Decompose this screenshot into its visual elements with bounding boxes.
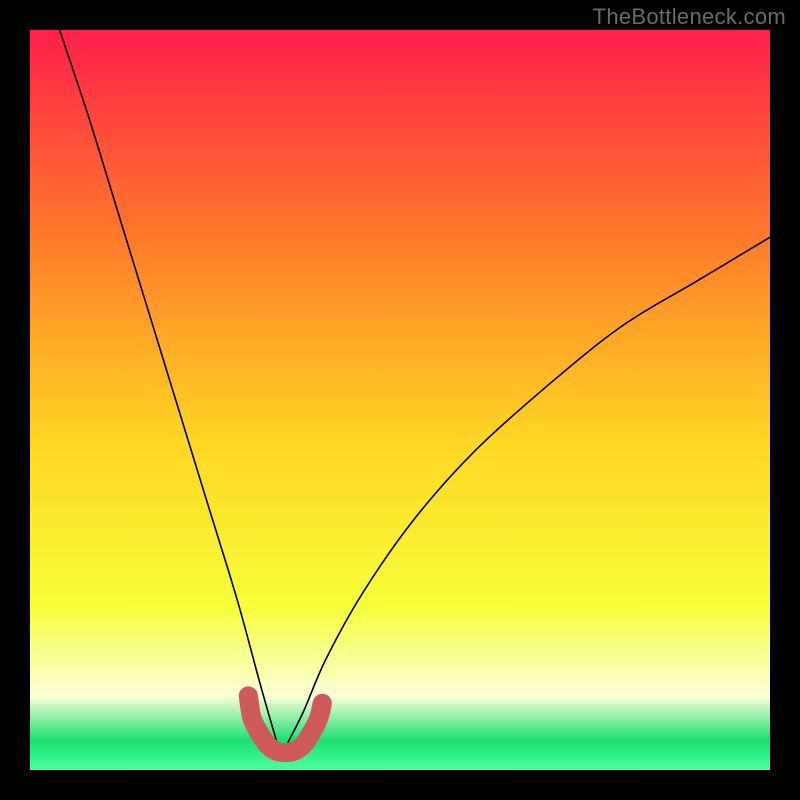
plot-area	[30, 30, 770, 770]
gradient-background	[30, 30, 770, 770]
bottleneck-chart	[30, 30, 770, 770]
highlight-dot	[241, 689, 256, 704]
watermark-text: TheBottleneck.com	[593, 4, 786, 30]
highlight-dots	[241, 689, 256, 704]
